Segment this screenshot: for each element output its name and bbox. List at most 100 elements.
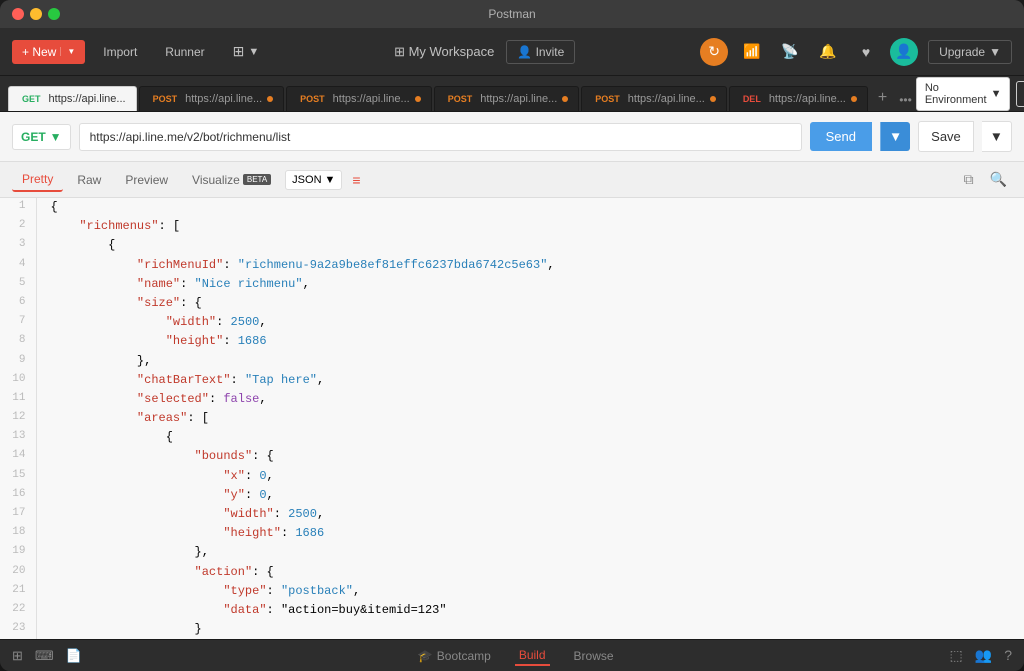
- tab-post-3[interactable]: POST https://api.line...: [434, 86, 580, 111]
- line-code: "type": "postback",: [36, 582, 1024, 601]
- line-number: 18: [0, 524, 36, 543]
- import-button[interactable]: Import: [93, 40, 147, 64]
- tab-post-2[interactable]: POST https://api.line...: [286, 86, 432, 111]
- add-tab-button[interactable]: +: [870, 85, 895, 111]
- line-number: 8: [0, 332, 36, 351]
- tab-method-4: POST: [592, 93, 623, 105]
- table-row: 4 "richMenuId": "richmenu-9a2a9be8ef81ef…: [0, 256, 1024, 275]
- tab-del[interactable]: DEL https://api.line...: [729, 86, 868, 111]
- status-grid-icon[interactable]: ⊞: [12, 648, 23, 664]
- minimize-button[interactable]: [30, 8, 42, 20]
- line-code: "height": 1686: [36, 524, 1024, 543]
- upgrade-button[interactable]: Upgrade ▼: [928, 40, 1012, 64]
- tab-raw[interactable]: Raw: [67, 169, 111, 191]
- table-row: 12 "areas": [: [0, 409, 1024, 428]
- tab-get[interactable]: GET https://api.line...: [8, 86, 137, 111]
- toolbar-right: ↻ 📶 📡 🔔 ♥ 👤 Upgrade ▼: [700, 38, 1012, 66]
- beta-badge: BETA: [243, 174, 271, 185]
- table-row: 14 "bounds": {: [0, 447, 1024, 466]
- line-code: "height": 1686: [36, 332, 1024, 351]
- line-number: 1: [0, 198, 36, 217]
- close-button[interactable]: [12, 8, 24, 20]
- table-row: 17 "width": 2500,: [0, 505, 1024, 524]
- help-icon[interactable]: ?: [1004, 647, 1012, 664]
- browse-tab[interactable]: Browse: [570, 647, 618, 665]
- tab-post-4[interactable]: POST https://api.line...: [581, 86, 727, 111]
- save-button[interactable]: Save: [918, 121, 974, 152]
- toolbar-center: ⊞ My Workspace 👤 Invite: [277, 40, 692, 64]
- bootcamp-tab[interactable]: 🎓 Bootcamp: [414, 647, 495, 665]
- line-code: },: [36, 352, 1024, 371]
- expand-icon[interactable]: ⬚: [950, 647, 963, 664]
- table-row: 15 "x": 0,: [0, 467, 1024, 486]
- tab-visualize[interactable]: Visualize BETA: [182, 169, 281, 191]
- line-number: 14: [0, 447, 36, 466]
- line-code: "richMenuId": "richmenu-9a2a9be8ef81effc…: [36, 256, 1024, 275]
- line-number: 5: [0, 275, 36, 294]
- tab-method-0: GET: [19, 93, 44, 105]
- upgrade-arrow: ▼: [989, 45, 1001, 59]
- environment-label: No Environment: [925, 82, 987, 106]
- heart-icon[interactable]: ♥: [852, 38, 880, 66]
- copy-button[interactable]: ⧉: [959, 169, 979, 190]
- api-button[interactable]: ⊞ ▼: [223, 38, 270, 65]
- table-row: 19 },: [0, 543, 1024, 562]
- line-code: "x": 0,: [36, 467, 1024, 486]
- new-button[interactable]: + New ▼: [12, 40, 85, 64]
- url-input[interactable]: [79, 123, 802, 151]
- save-dropdown-button[interactable]: ▼: [982, 121, 1012, 152]
- table-row: 18 "height": 1686: [0, 524, 1024, 543]
- wifi-icon[interactable]: 📶: [738, 38, 766, 66]
- build-tab[interactable]: Build: [515, 646, 550, 666]
- search-button[interactable]: 🔍: [985, 169, 1012, 190]
- send-button[interactable]: Send: [810, 122, 872, 151]
- satellite-icon[interactable]: 📡: [776, 38, 804, 66]
- line-code: {: [36, 236, 1024, 255]
- avatar[interactable]: 👤: [890, 38, 918, 66]
- line-number: 19: [0, 543, 36, 562]
- line-number: 13: [0, 428, 36, 447]
- table-row: 21 "type": "postback",: [0, 582, 1024, 601]
- more-tabs-button[interactable]: •••: [895, 89, 916, 111]
- table-row: 11 "selected": false,: [0, 390, 1024, 409]
- users-icon[interactable]: 👥: [975, 647, 992, 664]
- line-number: 10: [0, 371, 36, 390]
- table-row: 20 "action": {: [0, 563, 1024, 582]
- bell-icon[interactable]: 🔔: [814, 38, 842, 66]
- tab-pretty[interactable]: Pretty: [12, 168, 63, 192]
- runner-button[interactable]: Runner: [155, 40, 214, 64]
- api-button-label: ▼: [248, 46, 259, 58]
- format-label: JSON: [292, 174, 321, 186]
- invite-button[interactable]: 👤 Invite: [506, 40, 575, 64]
- fullscreen-button[interactable]: [48, 8, 60, 20]
- status-book-icon[interactable]: 📄: [66, 648, 82, 664]
- line-code: "action": {: [36, 563, 1024, 582]
- window-title: Postman: [488, 7, 535, 21]
- environment-arrow: ▼: [991, 88, 1002, 100]
- tab-preview[interactable]: Preview: [115, 169, 178, 191]
- tab-post-1[interactable]: POST https://api.line...: [139, 86, 285, 111]
- format-icon: ≡: [352, 172, 360, 188]
- line-number: 9: [0, 352, 36, 371]
- bootcamp-label: Bootcamp: [437, 649, 491, 663]
- table-row: 7 "width": 2500,: [0, 313, 1024, 332]
- bootcamp-icon: 🎓: [418, 649, 433, 663]
- tab-dot-3: [562, 96, 568, 102]
- line-code: {: [36, 198, 1024, 217]
- send-dropdown-button[interactable]: ▼: [880, 122, 910, 151]
- eye-button[interactable]: 👁: [1016, 81, 1024, 107]
- traffic-lights: [12, 8, 60, 20]
- format-selector[interactable]: JSON ▼: [285, 170, 342, 190]
- table-row: 3 {: [0, 236, 1024, 255]
- tab-method-3: POST: [445, 93, 476, 105]
- environment-selector[interactable]: No Environment ▼: [916, 77, 1011, 111]
- status-terminal-icon[interactable]: ⌨: [35, 648, 54, 664]
- workspace-button[interactable]: ⊞ My Workspace: [394, 44, 494, 60]
- line-code: "richmenus": [: [36, 217, 1024, 236]
- refresh-icon[interactable]: ↻: [700, 38, 728, 66]
- table-row: 23 }: [0, 620, 1024, 639]
- tabs-row: GET https://api.line... POST https://api…: [0, 76, 1024, 112]
- method-selector[interactable]: GET ▼: [12, 124, 71, 150]
- table-row: 22 "data": "action=buy&itemid=123": [0, 601, 1024, 620]
- line-code: "chatBarText": "Tap here",: [36, 371, 1024, 390]
